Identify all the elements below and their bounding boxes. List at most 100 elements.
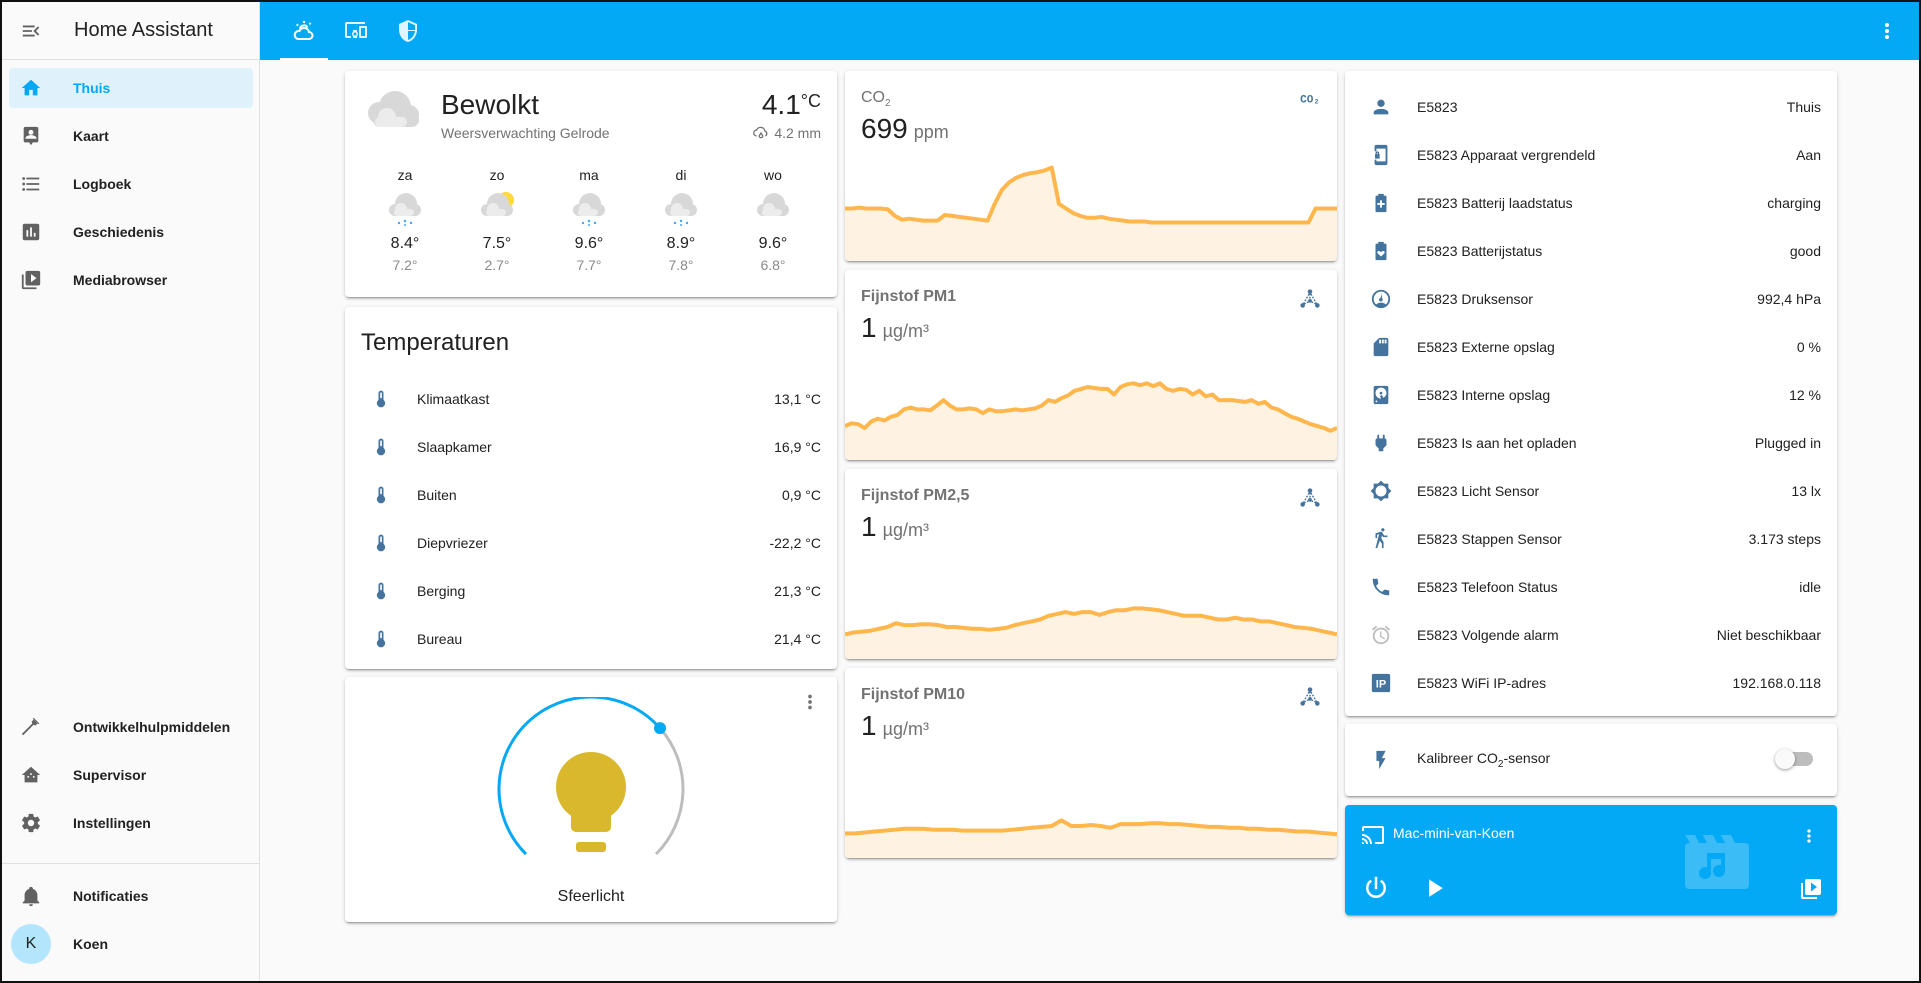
user-name: Koen bbox=[73, 936, 108, 952]
menu-open-icon bbox=[22, 25, 40, 36]
media-player-card: Mac-mini-van-Koen bbox=[1345, 805, 1837, 915]
phone-entity-row[interactable]: E5823 Druksensor 992,4 hPa bbox=[1361, 279, 1821, 319]
brightness-handle[interactable] bbox=[654, 722, 667, 735]
phone-entity-row[interactable]: E5823 Telefoon Status idle bbox=[1361, 567, 1821, 607]
entity-name: E5823 Externe opslag bbox=[1417, 339, 1555, 355]
phone-entity-row[interactable]: E5823 Volgende alarm Niet beschikbaar bbox=[1361, 615, 1821, 655]
sidebar-item-thuis[interactable]: Thuis bbox=[9, 68, 253, 108]
phone-entity-row[interactable]: E5823 Stappen Sensor 3.173 steps bbox=[1361, 519, 1821, 559]
menu-toggle-button[interactable] bbox=[2, 2, 60, 60]
sensor-card[interactable]: Fijnstof PM10 1 µg/m³ bbox=[845, 668, 1337, 858]
toggle-knob bbox=[1775, 749, 1795, 769]
sidebar: Home Assistant Thuis Kaart Logboek Gesch… bbox=[2, 2, 260, 981]
home-assistant-icon bbox=[11, 764, 51, 786]
temperature-row[interactable]: Slaapkamer 16,9 °C bbox=[361, 427, 821, 467]
play-box-multiple-icon bbox=[1801, 879, 1821, 899]
sensor-card[interactable]: Fijnstof PM1 1 µg/m³ bbox=[845, 270, 1337, 460]
media-browse-button[interactable] bbox=[1799, 877, 1823, 906]
calibrate-switch-card: Kalibreer CO2-sensor bbox=[1345, 724, 1837, 796]
sidebar-item-label: Instellingen bbox=[73, 815, 151, 831]
sidebar-item-mediabrowser[interactable]: Mediabrowser bbox=[9, 260, 253, 300]
phone-entities-card: E5823 Thuis E5823 Apparaat vergrendeld A… bbox=[1345, 71, 1837, 716]
phone-entity-row[interactable]: E5823 Licht Sensor 13 lx bbox=[1361, 471, 1821, 511]
entity-name: E5823 Licht Sensor bbox=[1417, 483, 1540, 499]
media-player-name: Mac-mini-van-Koen bbox=[1393, 825, 1515, 841]
top-app-bar bbox=[260, 2, 1919, 60]
sidebar-item-label: Geschiedenis bbox=[73, 224, 165, 240]
more-options-button[interactable] bbox=[1875, 19, 1899, 48]
weather-card[interactable]: Bewolkt Weersverwachting Gelrode 4.1°C 4… bbox=[345, 71, 837, 297]
temperature-row[interactable]: Klimaatkast 13,1 °C bbox=[361, 379, 821, 419]
sensor-unit: µg/m³ bbox=[882, 321, 929, 341]
phone-entity-row[interactable]: E5823 Thuis bbox=[1361, 87, 1821, 127]
sidebar-item-geschiedenis[interactable]: Geschiedenis bbox=[9, 212, 253, 252]
weather-temperature: 4.1°C bbox=[761, 89, 821, 120]
calibrate-co2-toggle[interactable] bbox=[1775, 749, 1813, 769]
tab-devices[interactable] bbox=[332, 2, 380, 60]
entity-value: 21,4 °C bbox=[774, 631, 821, 647]
lightbulb-icon[interactable] bbox=[556, 752, 626, 852]
sensor-card[interactable]: CO2 CO₂ 699 ppm bbox=[845, 71, 1337, 261]
entity-value: Niet beschikbaar bbox=[1716, 627, 1821, 643]
light-more-info-button[interactable] bbox=[799, 691, 821, 718]
sidebar-item-label: Mediabrowser bbox=[73, 272, 168, 288]
chart-box-icon bbox=[11, 221, 51, 243]
tab-weather[interactable] bbox=[280, 2, 328, 60]
forecast-low: 7.7° bbox=[576, 257, 602, 273]
cloudy-icon bbox=[368, 91, 419, 127]
sidebar-item-kaart[interactable]: Kaart bbox=[9, 116, 253, 156]
forecast-day: za 8.4° 7.2° bbox=[375, 167, 435, 273]
sensor-value: 1 µg/m³ bbox=[861, 511, 929, 542]
sensor-card[interactable]: Fijnstof PM2,5 1 µg/m³ bbox=[845, 469, 1337, 659]
hammer-icon bbox=[11, 716, 51, 738]
entity-name: Slaapkamer bbox=[417, 439, 492, 455]
sidebar-item-notificaties[interactable]: Notificaties bbox=[9, 876, 253, 916]
devices-icon bbox=[345, 22, 367, 38]
entity-value: 12 % bbox=[1789, 387, 1821, 403]
phone-entity-row[interactable]: E5823 Externe opslag 0 % bbox=[1361, 327, 1821, 367]
snowy-cloud-icon bbox=[651, 187, 711, 231]
dots-vertical-icon bbox=[1885, 23, 1889, 39]
forecast-low: 6.8° bbox=[760, 257, 786, 273]
media-power-button[interactable] bbox=[1361, 873, 1391, 908]
forecast-day: zo 7.5° 2.7° bbox=[467, 167, 527, 273]
sidebar-item-logboek[interactable]: Logboek bbox=[9, 164, 253, 204]
graph-area bbox=[845, 167, 1337, 261]
phone-entity-row[interactable]: E5823 Apparaat vergrendeld Aan bbox=[1361, 135, 1821, 175]
sidebar-item-user[interactable]: K Koen bbox=[9, 924, 253, 964]
media-play-button[interactable] bbox=[1419, 873, 1449, 908]
forecast-high: 9.6° bbox=[574, 235, 604, 252]
thermometer-icon bbox=[361, 628, 401, 650]
temperature-row[interactable]: Diepvriezer -22,2 °C bbox=[361, 523, 821, 563]
brightness-slider[interactable] bbox=[491, 697, 691, 867]
calibrate-co2-row[interactable]: Kalibreer CO2-sensor bbox=[1361, 740, 1821, 780]
entity-name: E5823 Stappen Sensor bbox=[1417, 531, 1562, 547]
thermometer-icon bbox=[361, 532, 401, 554]
account-box-icon bbox=[11, 125, 51, 147]
sensor-name: Fijnstof PM2,5 bbox=[861, 487, 970, 504]
media-more-button[interactable] bbox=[1799, 825, 1819, 852]
dots-vertical-icon bbox=[1807, 829, 1811, 843]
temperature-row[interactable]: Bureau 21,4 °C bbox=[361, 619, 821, 659]
avatar: K bbox=[11, 924, 51, 964]
forecast-high: 8.9° bbox=[666, 235, 696, 252]
phone-entity-row[interactable]: E5823 Batterij laadstatus charging bbox=[1361, 183, 1821, 223]
sensor-value: 699 ppm bbox=[861, 113, 949, 144]
sidebar-item-ontwikkelhulpmiddelen[interactable]: Ontwikkelhulpmiddelen bbox=[9, 707, 253, 747]
tab-security[interactable] bbox=[384, 2, 432, 60]
card-title: Temperaturen bbox=[361, 329, 510, 356]
sidebar-item-instellingen[interactable]: Instellingen bbox=[9, 803, 253, 843]
phone-entity-row[interactable]: E5823 Batterijstatus good bbox=[1361, 231, 1821, 271]
sensor-value: 1 µg/m³ bbox=[861, 312, 929, 343]
graph-area bbox=[845, 608, 1337, 659]
thermometer-icon bbox=[361, 436, 401, 458]
temperature-row[interactable]: Buiten 0,9 °C bbox=[361, 475, 821, 515]
entity-value: Aan bbox=[1796, 147, 1821, 163]
sidebar-item-supervisor[interactable]: Supervisor bbox=[9, 755, 253, 795]
forecast-low: 7.2° bbox=[392, 257, 418, 273]
temperature-row[interactable]: Berging 21,3 °C bbox=[361, 571, 821, 611]
phone-entity-row[interactable]: E5823 Interne opslag 12 % bbox=[1361, 375, 1821, 415]
phone-entity-row[interactable]: IP E5823 WiFi IP-adres 192.168.0.118 bbox=[1361, 663, 1821, 703]
phone-entity-row[interactable]: E5823 Is aan het opladen Plugged in bbox=[1361, 423, 1821, 463]
entity-name: E5823 WiFi IP-adres bbox=[1417, 675, 1547, 691]
